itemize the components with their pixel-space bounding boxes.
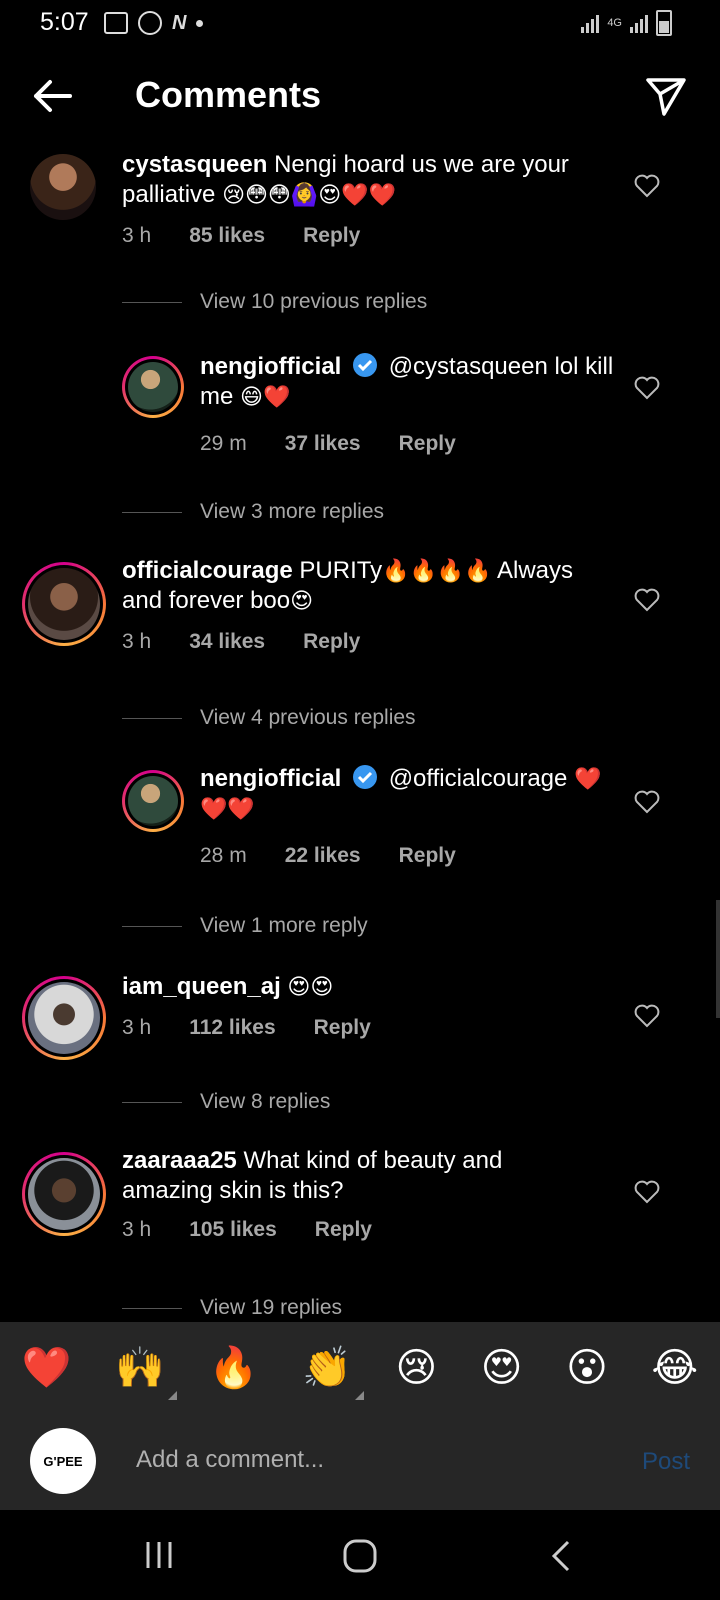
- comment-meta: 3 h 105 likes Reply: [122, 1218, 372, 1242]
- reply-button[interactable]: Reply: [399, 432, 456, 456]
- status-time: 5:07: [40, 8, 89, 36]
- comment-likes[interactable]: 112 likes: [189, 1016, 275, 1040]
- post-button[interactable]: Post: [642, 1448, 690, 1476]
- comment-username[interactable]: iam_queen_aj: [122, 973, 281, 1000]
- reply-button[interactable]: Reply: [315, 1218, 372, 1242]
- raising-hands-emoji-button[interactable]: 🙌: [115, 1348, 178, 1400]
- heart-outline-icon[interactable]: [634, 376, 660, 400]
- surprised-emoji-button[interactable]: 😮: [566, 1348, 608, 1388]
- comment-meta: 29 m 37 likes Reply: [200, 432, 456, 456]
- scrollbar[interactable]: [716, 900, 720, 1018]
- heart-outline-icon[interactable]: [634, 588, 660, 612]
- divider: [122, 925, 182, 927]
- recent-apps-icon[interactable]: [142, 1538, 176, 1572]
- laughing-emoji-button[interactable]: 😂: [651, 1348, 698, 1388]
- comment-text: nengiofficial @cystasqueen lol kill me 😄…: [200, 353, 614, 410]
- home-icon[interactable]: [342, 1538, 378, 1574]
- avatar[interactable]: [22, 976, 106, 1060]
- network-type: 4G: [607, 17, 622, 29]
- skin-tone-indicator-icon: [354, 1391, 364, 1400]
- comment-composer: G'PEE Add a comment... Post: [0, 1414, 720, 1510]
- comment-time: 28 m: [200, 844, 247, 867]
- comment-text: nengiofficial @officialcourage ❤️ ❤️❤️: [200, 765, 602, 821]
- clapping-emoji-button[interactable]: 👏: [302, 1348, 364, 1400]
- comment-likes[interactable]: 22 likes: [285, 844, 361, 868]
- page-title: Comments: [135, 74, 322, 115]
- comment-time: 3 h: [122, 224, 152, 247]
- avatar[interactable]: [22, 562, 106, 646]
- divider: [122, 717, 182, 719]
- heart-eyes-emoji-button[interactable]: 😍: [481, 1348, 523, 1388]
- avatar[interactable]: [30, 154, 96, 220]
- reply-button[interactable]: Reply: [303, 224, 360, 248]
- battery-icon: [656, 10, 672, 36]
- comment-time: 3 h: [122, 630, 152, 653]
- comment-meta: 3 h 34 likes Reply: [122, 630, 360, 654]
- view-replies-link[interactable]: View 10 previous replies: [122, 290, 427, 314]
- system-nav-bar: [0, 1510, 720, 1600]
- fire-emoji-button[interactable]: 🔥: [209, 1348, 259, 1388]
- reply-button[interactable]: Reply: [303, 630, 360, 654]
- comment-likes[interactable]: 85 likes: [189, 224, 265, 248]
- divider: [122, 301, 182, 303]
- view-replies-link[interactable]: View 3 more replies: [122, 500, 384, 524]
- skin-tone-indicator-icon: [168, 1391, 178, 1400]
- comment-text: iam_queen_aj 😍😍: [122, 973, 334, 1000]
- heart-outline-icon[interactable]: [634, 790, 660, 814]
- avatar[interactable]: [122, 770, 184, 832]
- back-arrow-icon[interactable]: [26, 74, 78, 118]
- comment-username[interactable]: nengiofficial: [200, 353, 341, 380]
- signal-icon-2: [630, 13, 648, 33]
- back-icon[interactable]: [548, 1538, 574, 1574]
- heart-emoji-button[interactable]: ❤️: [22, 1348, 72, 1388]
- more-notifications-dot: [196, 19, 204, 27]
- view-replies-link[interactable]: View 8 replies: [122, 1090, 330, 1114]
- crying-emoji-button[interactable]: 😢: [395, 1348, 437, 1388]
- avatar[interactable]: [22, 1152, 106, 1236]
- notification-icons: N: [104, 10, 204, 36]
- heart-outline-icon[interactable]: [634, 1180, 660, 1204]
- comment-text: cystasqueen Nengi hoard us we are your p…: [122, 151, 569, 208]
- whatsapp-icon: [138, 11, 162, 35]
- divider: [122, 511, 182, 513]
- n-app-icon: N: [172, 11, 187, 34]
- comment-meta: 3 h 85 likes Reply: [122, 224, 360, 248]
- comment-meta: 28 m 22 likes Reply: [200, 844, 456, 868]
- view-replies-link[interactable]: View 4 previous replies: [122, 706, 416, 730]
- comment-time: 3 h: [122, 1016, 152, 1039]
- comment-time: 3 h: [122, 1218, 152, 1241]
- comment-likes[interactable]: 37 likes: [285, 432, 361, 456]
- comment-text: officialcourage PURITy🔥🔥🔥🔥 Always and fo…: [122, 557, 574, 614]
- view-replies-link[interactable]: View 19 replies: [122, 1296, 342, 1320]
- comment-username[interactable]: cystasqueen: [122, 151, 267, 178]
- my-avatar: G'PEE: [30, 1428, 96, 1494]
- comment-meta: 3 h 112 likes Reply: [122, 1016, 371, 1040]
- reply-button[interactable]: Reply: [399, 844, 456, 868]
- divider: [122, 1307, 182, 1309]
- avatar[interactable]: [122, 356, 184, 418]
- signal-icon: [581, 13, 600, 33]
- verified-badge-icon: [353, 353, 378, 377]
- reply-button[interactable]: Reply: [314, 1016, 371, 1040]
- comment-likes[interactable]: 34 likes: [189, 630, 265, 654]
- verified-badge-icon: [353, 765, 378, 789]
- header: Comments: [0, 56, 720, 136]
- divider: [122, 1101, 182, 1103]
- comment-time: 29 m: [200, 432, 247, 455]
- comment-username[interactable]: nengiofficial: [200, 765, 341, 792]
- view-replies-link[interactable]: View 1 more reply: [122, 914, 368, 938]
- send-icon[interactable]: [642, 74, 690, 118]
- heart-outline-icon[interactable]: [634, 174, 660, 198]
- gallery-icon: [104, 12, 128, 34]
- status-bar: 5:07 N 4G: [0, 0, 720, 46]
- comment-username[interactable]: officialcourage: [122, 557, 293, 584]
- comment-text: zaaraaa25 What kind of beauty and amazin…: [122, 1147, 503, 1204]
- comment-input[interactable]: Add a comment...: [136, 1438, 596, 1482]
- emoji-reaction-bar: ❤️ 🙌 🔥 👏 😢 😍 😮 😂: [0, 1322, 720, 1414]
- comment-likes[interactable]: 105 likes: [189, 1218, 277, 1242]
- comment-username[interactable]: zaaraaa25: [122, 1147, 237, 1174]
- heart-outline-icon[interactable]: [634, 1004, 660, 1028]
- system-icons: 4G: [581, 10, 672, 36]
